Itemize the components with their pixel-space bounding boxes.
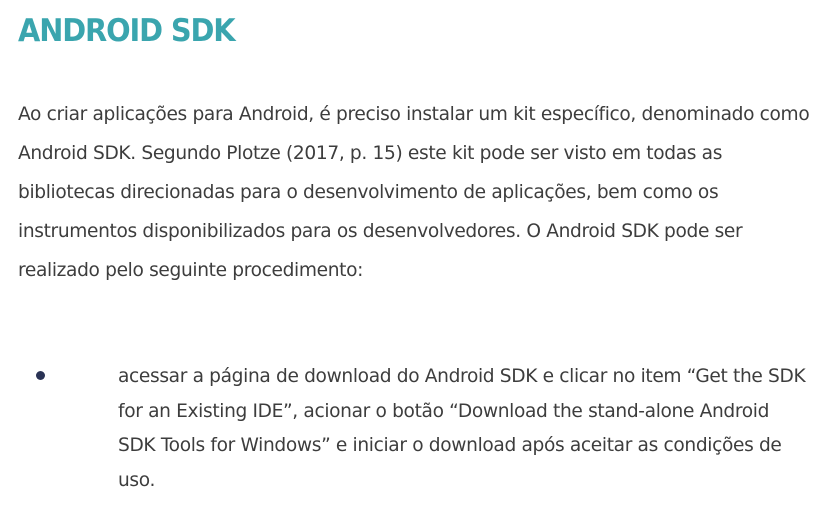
list-item: acessar a página de download do Android … xyxy=(18,360,818,498)
intro-paragraph: Ao criar aplicações para Android, é prec… xyxy=(18,104,810,281)
section-heading: ANDROID SDK xyxy=(18,13,236,49)
bullet-icon xyxy=(36,371,45,380)
list-item-text: acessar a página de download do Android … xyxy=(118,366,806,491)
steps-list: acessar a página de download do Android … xyxy=(18,360,818,498)
